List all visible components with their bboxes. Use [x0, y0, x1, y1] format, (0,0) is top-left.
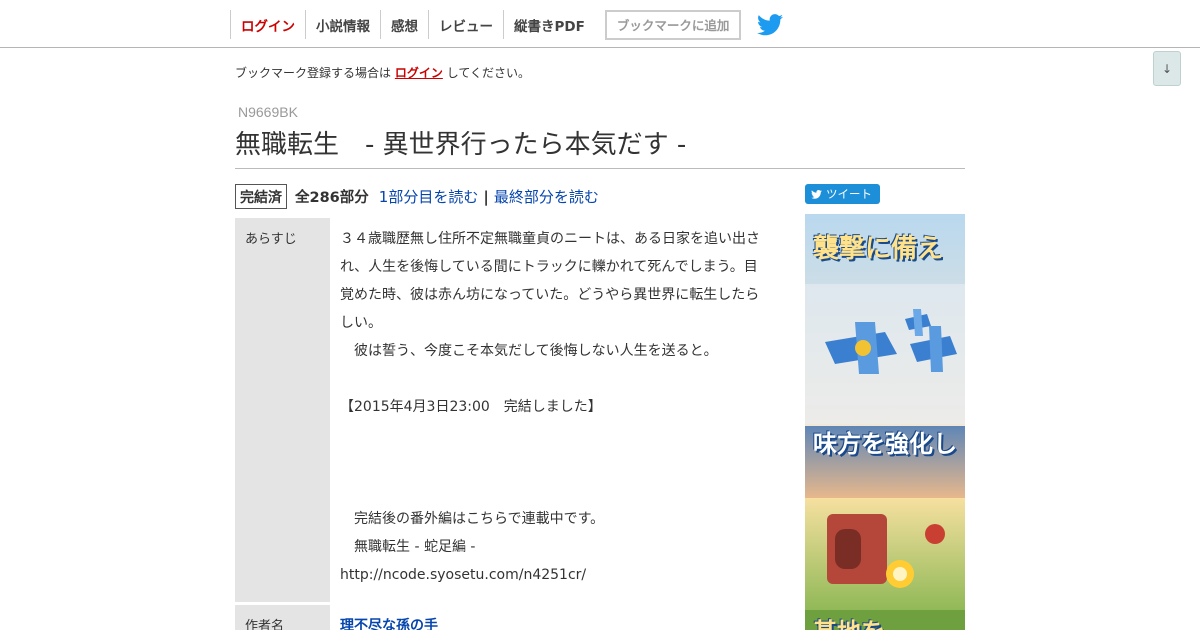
synopsis-line: しい。: [340, 315, 382, 331]
tweet-button[interactable]: ツイート: [805, 184, 880, 204]
top-navigation-bar: ログイン 小説情報 感想 レビュー 縦書きPDF ブックマークに追加: [0, 0, 1200, 48]
nav-novel-info[interactable]: 小説情報: [305, 10, 380, 39]
notice-text-after: してください。: [446, 66, 530, 80]
synopsis-line: [340, 365, 765, 393]
novel-info-table: あらすじ ３４歳職歴無し住所不定無職童貞のニートは、ある日家を追い出さ れ、人生…: [235, 218, 765, 630]
author-link[interactable]: 理不尽な孫の手: [340, 618, 438, 630]
synopsis-line: ３４歳職歴無し住所不定無職童貞のニートは、ある日家を追い出さ: [340, 231, 760, 247]
twitter-bird-icon[interactable]: [757, 13, 784, 36]
synopsis-label: あらすじ: [235, 218, 330, 602]
novel-status-row: 完結済 全286部分 1部分目を読む | 最終部分を読む: [235, 184, 599, 209]
synopsis-line: [340, 449, 765, 477]
author-row: 作者名 理不尽な孫の手: [235, 605, 765, 630]
author-label: 作者名: [235, 605, 330, 630]
link-separator: |: [483, 187, 489, 206]
novel-code: N9669BK: [238, 104, 298, 120]
login-notice: ブックマーク登録する場合は ログイン してください。: [235, 64, 530, 81]
read-last-part-link[interactable]: 最終部分を読む: [494, 186, 599, 207]
status-badge: 完結済: [235, 184, 287, 209]
tweet-label: ツイート: [826, 187, 872, 201]
synopsis-text: ３４歳職歴無し住所不定無職童貞のニートは、ある日家を追い出さ れ、人生を後悔して…: [330, 218, 765, 602]
scroll-down-button[interactable]: ↓: [1153, 51, 1181, 86]
game-ad-artwork: [805, 214, 965, 630]
nav-impressions[interactable]: 感想: [380, 10, 428, 39]
synopsis-line: 無職転生 - 蛇足編 -: [340, 539, 476, 555]
synopsis-url-line: http://ncode.syosetu.com/n4251cr/: [340, 567, 587, 583]
advertisement-banner[interactable]: 襲撃に備え 味方を強化し 基地を: [805, 214, 965, 630]
nav-login[interactable]: ログイン: [230, 10, 305, 39]
header-nav: ログイン 小説情報 感想 レビュー 縦書きPDF ブックマークに追加: [230, 9, 784, 40]
synopsis-line: れ、人生を後悔している間にトラックに轢かれて死んでしまう。目: [340, 259, 758, 275]
ad-headline-2: 味方を強化し: [813, 430, 957, 458]
twitter-bird-icon: [811, 189, 822, 199]
ad-headline-3: 基地を: [813, 612, 885, 630]
synopsis-line: 覚めた時、彼は赤ん坊になっていた。どうやら異世界に転生したら: [340, 287, 760, 303]
ad-headline-1: 襲撃に備え: [813, 234, 944, 264]
synopsis-line: [340, 421, 765, 449]
total-parts: 全286部分: [295, 190, 369, 206]
novel-title: 無職転生 - 異世界行ったら本気だす -: [235, 124, 965, 169]
synopsis-line: 彼は誓う、今度こそ本気だして後悔しない人生を送ると。: [340, 343, 718, 359]
notice-text-before: ブックマーク登録する場合は: [235, 66, 392, 80]
synopsis-line: [340, 477, 765, 505]
synopsis-line: 【2015年4月3日23:00 完結しました】: [340, 399, 602, 415]
author-value: 理不尽な孫の手: [330, 605, 765, 630]
synopsis-row: あらすじ ３４歳職歴無し住所不定無職童貞のニートは、ある日家を追い出さ れ、人生…: [235, 218, 765, 602]
synopsis-line: 完結後の番外編はこちらで連載中です。: [340, 511, 605, 527]
add-bookmark-button[interactable]: ブックマークに追加: [604, 9, 742, 40]
nav-vertical-pdf[interactable]: 縦書きPDF: [503, 10, 595, 39]
notice-login-link[interactable]: ログイン: [395, 66, 443, 80]
read-first-part-link[interactable]: 1部分目を読む: [379, 186, 479, 207]
nav-review[interactable]: レビュー: [428, 10, 503, 39]
